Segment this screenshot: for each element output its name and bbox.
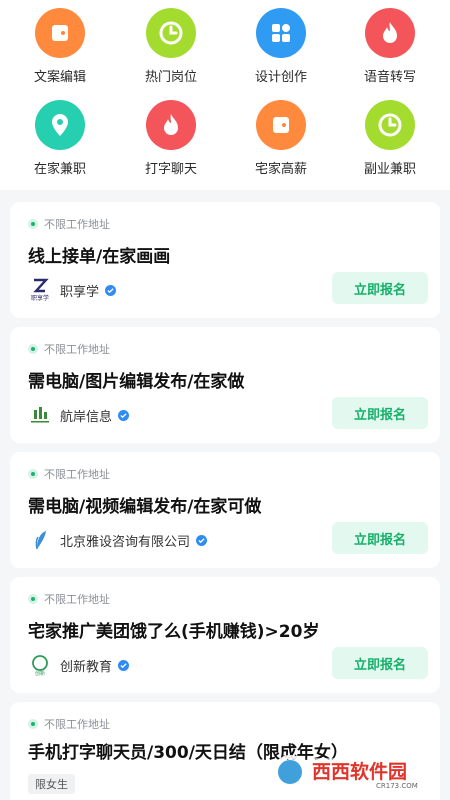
grid-icon xyxy=(256,8,306,58)
category-label: 副业兼职 xyxy=(363,162,416,177)
apply-button[interactable]: 立即报名 xyxy=(332,397,428,429)
job-title: 宅家推广美团饿了么(手机赚钱)>20岁 xyxy=(28,622,320,642)
wallet-icon xyxy=(35,8,85,58)
location-pin-icon xyxy=(28,719,38,729)
job-location: 不限工作地址 xyxy=(28,341,110,357)
category-item[interactable]: 副业兼职 xyxy=(340,100,440,177)
company-logo xyxy=(28,528,52,552)
location-pin-icon xyxy=(28,219,38,229)
category-item[interactable]: 打字聊天 xyxy=(121,100,221,177)
clock-icon xyxy=(365,100,415,150)
apply-button[interactable]: 立即报名 xyxy=(332,647,428,679)
job-card[interactable]: 不限工作地址 线上接单/在家画画 职享学 职享学 立即报名 xyxy=(10,202,440,318)
job-location: 不限工作地址 xyxy=(28,216,110,232)
job-location: 不限工作地址 xyxy=(28,716,110,732)
category-label: 宅家高薪 xyxy=(254,162,307,177)
location-pin-icon xyxy=(35,100,85,150)
location-pin-icon xyxy=(28,469,38,479)
apply-button[interactable]: 立即报名 xyxy=(332,522,428,554)
svg-text:CR173.COM: CR173.COM xyxy=(376,782,418,790)
job-title: 需电脑/视频编辑发布/在家可做 xyxy=(28,497,262,517)
company-logo: 创新 xyxy=(28,653,52,677)
flame-icon xyxy=(365,8,415,58)
job-location: 不限工作地址 xyxy=(28,591,110,607)
job-company: 航岸信息 xyxy=(28,403,130,427)
location-pin-icon xyxy=(28,594,38,604)
company-name: 创新教育 xyxy=(60,659,113,675)
job-card[interactable]: 不限工作地址 需电脑/图片编辑发布/在家做 航岸信息 立即报名 xyxy=(10,327,440,443)
clock-icon xyxy=(146,8,196,58)
category-item[interactable]: 设计创作 xyxy=(231,8,331,85)
category-item[interactable]: 热门岗位 xyxy=(121,8,221,85)
category-grid: 文案编辑 热门岗位 设计创作 语音转写 在家兼职 打字聊天 宅家高薪 副业兼职 xyxy=(0,0,450,190)
location-pin-icon xyxy=(28,344,38,354)
job-location: 不限工作地址 xyxy=(28,466,110,482)
category-label: 文案编辑 xyxy=(33,70,86,85)
svg-text:西西软件园: 西西软件园 xyxy=(312,760,407,783)
job-card[interactable]: 不限工作地址 需电脑/视频编辑发布/在家可做 北京雅设咨询有限公司 立即报名 xyxy=(10,452,440,568)
category-item[interactable]: 文案编辑 xyxy=(10,8,110,85)
category-label: 热门岗位 xyxy=(144,70,197,85)
job-card[interactable]: 不限工作地址 宅家推广美团饿了么(手机赚钱)>20岁 创新 创新教育 立即报名 xyxy=(10,577,440,693)
category-label: 打字聊天 xyxy=(144,162,197,177)
flame-icon xyxy=(146,100,196,150)
verified-icon xyxy=(196,534,208,546)
category-label: 在家兼职 xyxy=(33,162,86,177)
category-item[interactable]: 在家兼职 xyxy=(10,100,110,177)
company-name: 航岸信息 xyxy=(60,409,113,425)
job-title: 需电脑/图片编辑发布/在家做 xyxy=(28,372,245,392)
company-logo: 职享学 xyxy=(28,278,52,302)
verified-icon xyxy=(118,659,130,671)
job-tag: 限女生 xyxy=(28,774,75,794)
category-label: 语音转写 xyxy=(363,70,416,85)
job-company: 创新 创新教育 xyxy=(28,653,130,677)
watermark: 西西软件园 CR173.COM xyxy=(268,752,440,792)
category-label: 设计创作 xyxy=(254,70,307,85)
wallet-icon xyxy=(256,100,306,150)
job-company: 北京雅设咨询有限公司 xyxy=(28,528,208,552)
apply-button[interactable]: 立即报名 xyxy=(332,272,428,304)
company-name: 职享学 xyxy=(60,284,100,300)
company-logo xyxy=(28,403,52,427)
job-title: 线上接单/在家画画 xyxy=(28,247,171,267)
category-item[interactable]: 语音转写 xyxy=(340,8,440,85)
svg-text:职享学: 职享学 xyxy=(31,294,49,302)
svg-text:创新: 创新 xyxy=(35,670,45,677)
company-name: 北京雅设咨询有限公司 xyxy=(60,534,191,550)
category-item[interactable]: 宅家高薪 xyxy=(231,100,331,177)
verified-icon xyxy=(118,409,130,421)
verified-icon xyxy=(105,284,117,296)
job-company: 职享学 职享学 xyxy=(28,278,117,302)
